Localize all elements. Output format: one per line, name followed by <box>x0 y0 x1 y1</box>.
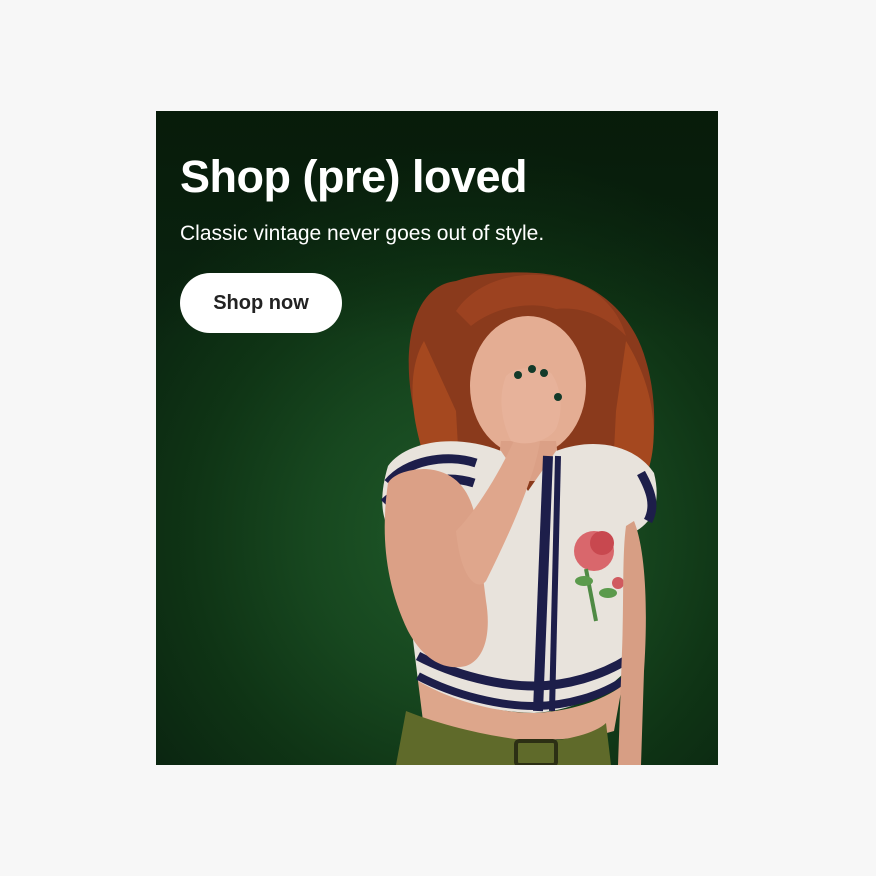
page: Shop (pre) loved Classic vintage never g… <box>0 0 876 876</box>
model-photo <box>380 272 657 765</box>
promo-subhead: Classic vintage never goes out of style. <box>180 222 545 245</box>
shop-now-button[interactable]: Shop now <box>180 273 342 333</box>
promo-banner[interactable]: Shop (pre) loved Classic vintage never g… <box>156 111 718 765</box>
promo-headline: Shop (pre) loved <box>180 151 528 202</box>
